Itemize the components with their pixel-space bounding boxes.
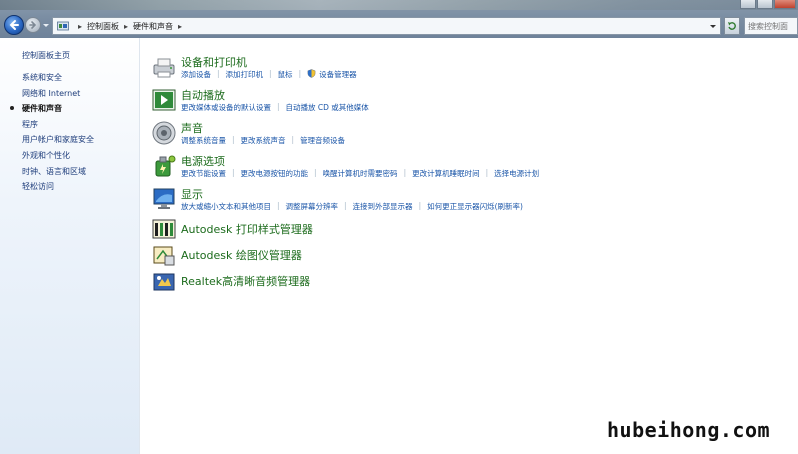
- refresh-button[interactable]: [724, 17, 740, 35]
- manage-audio-devices-link[interactable]: 管理音频设备: [300, 135, 345, 146]
- link-separator: |: [344, 201, 347, 210]
- address-bar[interactable]: ▸ 控制面板 ▸ 硬件和声音 ▸: [52, 17, 721, 35]
- nav-item-ease-of-access[interactable]: 轻松访问: [22, 181, 94, 197]
- history-dropdown-icon[interactable]: [42, 21, 50, 29]
- breadcrumb-separator: ▸: [124, 21, 129, 31]
- category-sound: 声音 调整系统音量 | 更改系统声音 | 管理音频设备: [151, 120, 791, 150]
- breadcrumb-control-panel[interactable]: 控制面板: [87, 21, 119, 32]
- link-separator: |: [485, 168, 489, 177]
- autoplay-icon: [152, 89, 176, 111]
- link-separator: |: [291, 135, 295, 144]
- category-power-options: 电源选项 更改节能设置 | 更改电源按钮的功能 | 唤醒计算机时需要密码 | 更改计算…: [151, 153, 791, 183]
- power-options-links: 更改节能设置 | 更改电源按钮的功能 | 唤醒计算机时需要密码 | 更改计算机睡眠时间…: [181, 168, 539, 179]
- desktop-background-strip: [0, 0, 798, 10]
- breadcrumb-separator: ▸: [78, 21, 83, 31]
- main-content: 设备和打印机 添加设备 | 添加打印机 | 鼠标 | 设备管理器 自动播放 更改媒体或…: [141, 38, 798, 454]
- watermark-text: hubeihong.com: [607, 418, 771, 442]
- sound-title[interactable]: 声音: [181, 120, 203, 136]
- connect-external-display-link[interactable]: 连接到外部显示器: [353, 201, 413, 212]
- nav-item-user-accounts[interactable]: 用户帐户和家庭安全: [22, 134, 94, 150]
- control-panel-home-link[interactable]: 控制面板主页: [22, 50, 70, 61]
- back-button[interactable]: [4, 15, 24, 35]
- link-separator: |: [277, 201, 280, 210]
- adjust-volume-link[interactable]: 调整系统音量: [181, 135, 226, 146]
- close-button[interactable]: [774, 0, 796, 9]
- realtek-audio-icon: [153, 273, 175, 291]
- display-links: 放大或缩小文本和其他项目 | 调整屏幕分辨率 | 连接到外部显示器 | 如何更正显示器…: [181, 201, 523, 212]
- breadcrumb-separator: ▸: [178, 21, 183, 31]
- title-bar: ▸ 控制面板 ▸ 硬件和声音 ▸: [0, 0, 798, 38]
- printer-icon: [153, 58, 175, 78]
- device-manager-link[interactable]: 设备管理器: [319, 69, 357, 80]
- search-input[interactable]: [748, 21, 788, 31]
- nav-item-appearance[interactable]: 外观和个性化: [22, 150, 94, 166]
- power-button-function-link[interactable]: 更改电源按钮的功能: [241, 168, 309, 179]
- chevron-down-icon[interactable]: [709, 22, 717, 30]
- devices-printers-links: 添加设备 | 添加打印机 | 鼠标 | 设备管理器: [181, 69, 357, 80]
- arrow-left-icon: [9, 20, 19, 30]
- link-separator: |: [418, 201, 422, 210]
- change-default-media-link[interactable]: 更改媒体或设备的默认设置: [181, 102, 271, 113]
- plotter-icon: [153, 246, 175, 266]
- choose-power-plan-link[interactable]: 选择电源计划: [494, 168, 539, 179]
- require-password-wake-link[interactable]: 唤醒计算机时需要密码: [323, 168, 398, 179]
- mouse-link[interactable]: 鼠标: [278, 69, 293, 80]
- category-list: 系统和安全 网络和 Internet 硬件和声音 程序 用户帐户和家庭安全 外观…: [10, 72, 94, 197]
- display-title[interactable]: 显示: [181, 186, 203, 202]
- power-options-title[interactable]: 电源选项: [181, 153, 225, 169]
- adjust-resolution-link[interactable]: 调整屏幕分辨率: [286, 201, 339, 212]
- breadcrumb-hardware-sound[interactable]: 硬件和声音: [133, 21, 173, 32]
- category-autoplay: 自动播放 更改媒体或设备的默认设置 | 自动播放 CD 或其他媒体: [151, 87, 791, 117]
- fix-flicker-link[interactable]: 如何更正显示器闪烁(刷新率): [427, 201, 523, 212]
- change-sleep-time-link[interactable]: 更改计算机睡眠时间: [412, 168, 480, 179]
- autoplay-cd-link[interactable]: 自动播放 CD 或其他媒体: [286, 102, 369, 113]
- print-style-icon: [152, 219, 176, 239]
- refresh-icon: [728, 22, 736, 30]
- change-power-saving-link[interactable]: 更改节能设置: [181, 168, 226, 179]
- minimize-button[interactable]: [740, 0, 756, 9]
- link-separator: |: [269, 69, 272, 78]
- category-realtek-audio: Realtek高清晰音频管理器: [151, 268, 791, 298]
- add-device-link[interactable]: 添加设备: [181, 69, 211, 80]
- category-display: 显示 放大或缩小文本和其他项目 | 调整屏幕分辨率 | 连接到外部显示器 | 如何更正…: [151, 186, 791, 216]
- link-separator: |: [277, 102, 280, 111]
- link-separator: |: [403, 168, 407, 177]
- nav-item-programs[interactable]: 程序: [22, 119, 94, 135]
- speaker-icon: [152, 121, 176, 145]
- autodesk-plotter-title[interactable]: Autodesk 绘图仪管理器: [181, 247, 302, 263]
- sound-links: 调整系统音量 | 更改系统声音 | 管理音频设备: [181, 135, 345, 146]
- realtek-audio-title[interactable]: Realtek高清晰音频管理器: [181, 273, 310, 289]
- power-icon: [155, 155, 176, 177]
- uac-shield-icon: [307, 69, 316, 78]
- nav-item-hardware-sound[interactable]: 硬件和声音: [10, 103, 94, 119]
- link-separator: |: [298, 69, 302, 78]
- search-box[interactable]: [744, 17, 798, 35]
- display-icon: [153, 188, 175, 209]
- window-controls: [739, 0, 796, 9]
- change-system-sounds-link[interactable]: 更改系统声音: [241, 135, 286, 146]
- category-devices-printers: 设备和打印机 添加设备 | 添加打印机 | 鼠标 | 设备管理器: [151, 54, 791, 84]
- maximize-button[interactable]: [757, 0, 773, 9]
- nav-item-network-internet[interactable]: 网络和 Internet: [22, 88, 94, 104]
- nav-item-system-security[interactable]: 系统和安全: [22, 72, 94, 88]
- link-separator: |: [217, 69, 220, 78]
- forward-button[interactable]: [25, 17, 41, 33]
- link-separator: |: [314, 168, 317, 177]
- nav-item-clock-language[interactable]: 时钟、语言和区域: [22, 166, 94, 182]
- add-printer-link[interactable]: 添加打印机: [226, 69, 264, 80]
- autoplay-title[interactable]: 自动播放: [181, 87, 225, 103]
- devices-printers-title[interactable]: 设备和打印机: [181, 54, 247, 70]
- control-panel-icon: [57, 21, 69, 31]
- arrow-right-icon: [29, 21, 37, 29]
- link-separator: |: [232, 168, 235, 177]
- link-separator: |: [232, 135, 235, 144]
- autoplay-links: 更改媒体或设备的默认设置 | 自动播放 CD 或其他媒体: [181, 102, 369, 113]
- autodesk-print-style-title[interactable]: Autodesk 打印样式管理器: [181, 221, 313, 237]
- navigation-pane: 控制面板主页 系统和安全 网络和 Internet 硬件和声音 程序 用户帐户和…: [0, 38, 140, 454]
- zoom-text-link[interactable]: 放大或缩小文本和其他项目: [181, 201, 271, 212]
